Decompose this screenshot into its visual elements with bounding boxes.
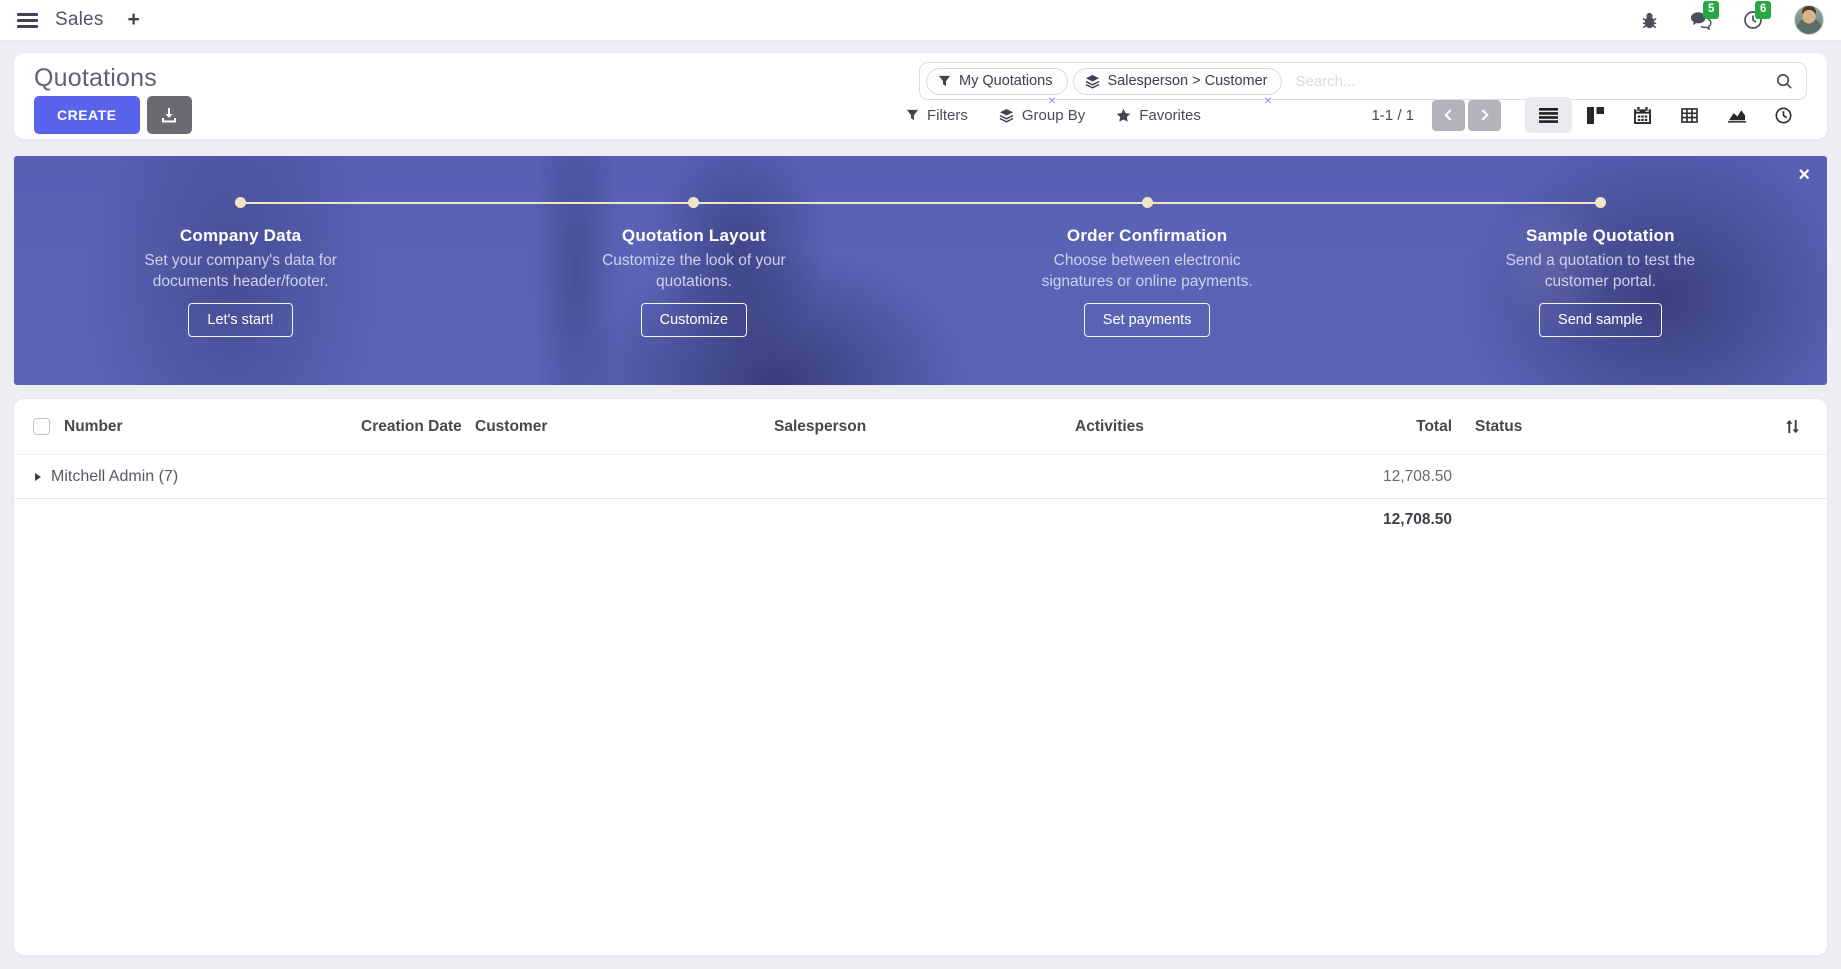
set-payments-button[interactable]: Set payments	[1084, 303, 1211, 337]
customize-button[interactable]: Customize	[641, 303, 748, 337]
search-magnifier-icon[interactable]	[1776, 73, 1793, 90]
search-facet-groupby[interactable]: Salesperson > Customer	[1073, 68, 1283, 95]
column-header-salesperson[interactable]: Salesperson	[774, 418, 1075, 436]
column-header-total[interactable]: Total	[1310, 418, 1452, 436]
activity-view-icon	[1775, 107, 1792, 124]
prev-icon	[1444, 109, 1455, 120]
control-panel-bottom-row: CREATE Filters Group By Favorites	[34, 96, 1807, 134]
calendar-view-icon	[1634, 107, 1651, 124]
pivot-view-icon	[1681, 108, 1698, 123]
banner-close-icon[interactable]: ×	[1798, 165, 1810, 185]
search-bar[interactable]: My Quotations Salesperson > Customer × ×	[919, 62, 1807, 100]
user-avatar[interactable]	[1794, 5, 1824, 35]
star-icon	[1116, 108, 1131, 123]
lets-start-button[interactable]: Let's start!	[188, 303, 292, 337]
layers-icon	[999, 108, 1014, 123]
onboarding-step-sample-quotation: Sample Quotation Send a quotation to tes…	[1374, 156, 1827, 385]
control-panel: Quotations My Quotations Salesperson > C…	[14, 53, 1827, 139]
plus-icon[interactable]: +	[128, 10, 140, 30]
activity-view-button[interactable]	[1760, 97, 1807, 133]
graph-view-icon	[1728, 108, 1746, 123]
layers-icon	[1085, 74, 1100, 89]
search-input[interactable]	[1293, 72, 1776, 91]
onboarding-banner: × Company Data Set your company's data f…	[14, 156, 1827, 385]
group-by-button[interactable]: Group By	[999, 107, 1085, 124]
favorites-button[interactable]: Favorites	[1116, 107, 1201, 124]
search-options: Filters Group By Favorites	[906, 96, 1201, 134]
pager-previous-button[interactable]	[1432, 100, 1465, 131]
group-expand-caret-icon[interactable]	[35, 473, 41, 481]
view-switcher	[1525, 97, 1807, 133]
export-button[interactable]	[147, 96, 192, 134]
list-view-button[interactable]	[1525, 97, 1572, 133]
adjust-columns-icon	[1785, 419, 1800, 434]
group-label: Mitchell Admin (7)	[51, 468, 178, 486]
column-header-activities[interactable]: Activities	[1075, 418, 1310, 436]
filter-icon	[906, 109, 919, 122]
kanban-view-icon	[1587, 107, 1604, 124]
create-button[interactable]: CREATE	[34, 96, 140, 134]
list-footer-row: 12,708.50	[14, 499, 1827, 541]
messages-icon[interactable]: 5	[1690, 9, 1712, 31]
pager-and-views: 1-1 / 1	[1371, 97, 1807, 133]
facet-label: My Quotations	[959, 73, 1053, 89]
activities-badge: 6	[1755, 1, 1771, 19]
graph-view-button[interactable]	[1713, 97, 1760, 133]
column-header-status[interactable]: Status	[1452, 418, 1687, 436]
navbar-right: 5 6	[1638, 5, 1824, 35]
onboarding-step-company-data: Company Data Set your company's data for…	[14, 156, 467, 385]
download-icon	[161, 107, 177, 123]
quotations-list: Number Creation Date Customer Salesperso…	[14, 399, 1827, 955]
pager-next-button[interactable]	[1468, 100, 1501, 131]
pager-text: 1-1 / 1	[1371, 107, 1414, 124]
onboarding-steps: Company Data Set your company's data for…	[14, 156, 1827, 385]
next-icon	[1477, 109, 1488, 120]
column-header-customer[interactable]: Customer	[475, 418, 774, 436]
list-header-row: Number Creation Date Customer Salesperso…	[14, 399, 1827, 455]
search-facet-my-quotations[interactable]: My Quotations	[926, 68, 1068, 95]
select-all-checkbox[interactable]	[33, 418, 50, 435]
column-header-creation-date[interactable]: Creation Date	[361, 418, 475, 436]
top-navbar: Sales + 5 6	[0, 0, 1841, 41]
apps-menu-icon[interactable]	[17, 13, 38, 28]
timeline-dot	[688, 197, 699, 208]
page-title: Quotations	[34, 62, 157, 94]
optional-columns-button[interactable]	[1785, 419, 1827, 434]
app-title[interactable]: Sales	[55, 9, 104, 31]
onboarding-step-order-confirmation: Order Confirmation Choose between electr…	[921, 156, 1374, 385]
filter-icon	[938, 75, 951, 88]
timeline-dot	[235, 197, 246, 208]
list-view-icon	[1539, 108, 1558, 123]
filters-button[interactable]: Filters	[906, 107, 968, 124]
messages-badge: 5	[1703, 1, 1719, 19]
timeline-dot	[1142, 197, 1153, 208]
footer-total: 12,708.50	[1310, 511, 1452, 529]
onboarding-step-quotation-layout: Quotation Layout Customize the look of y…	[467, 156, 920, 385]
navbar-left: Sales +	[17, 9, 140, 31]
activities-clock-icon[interactable]: 6	[1742, 9, 1764, 31]
group-total: 12,708.50	[1310, 468, 1452, 486]
facet-label: Salesperson > Customer	[1108, 73, 1268, 89]
control-panel-top-row: Quotations My Quotations Salesperson > C…	[34, 62, 1807, 100]
send-sample-button[interactable]: Send sample	[1539, 303, 1662, 337]
kanban-view-button[interactable]	[1572, 97, 1619, 133]
column-header-number[interactable]: Number	[64, 418, 361, 436]
calendar-view-button[interactable]	[1619, 97, 1666, 133]
pivot-view-button[interactable]	[1666, 97, 1713, 133]
debug-bug-icon[interactable]	[1638, 9, 1660, 31]
group-row-mitchell-admin[interactable]: Mitchell Admin (7) 12,708.50	[14, 455, 1827, 499]
timeline-dot	[1595, 197, 1606, 208]
